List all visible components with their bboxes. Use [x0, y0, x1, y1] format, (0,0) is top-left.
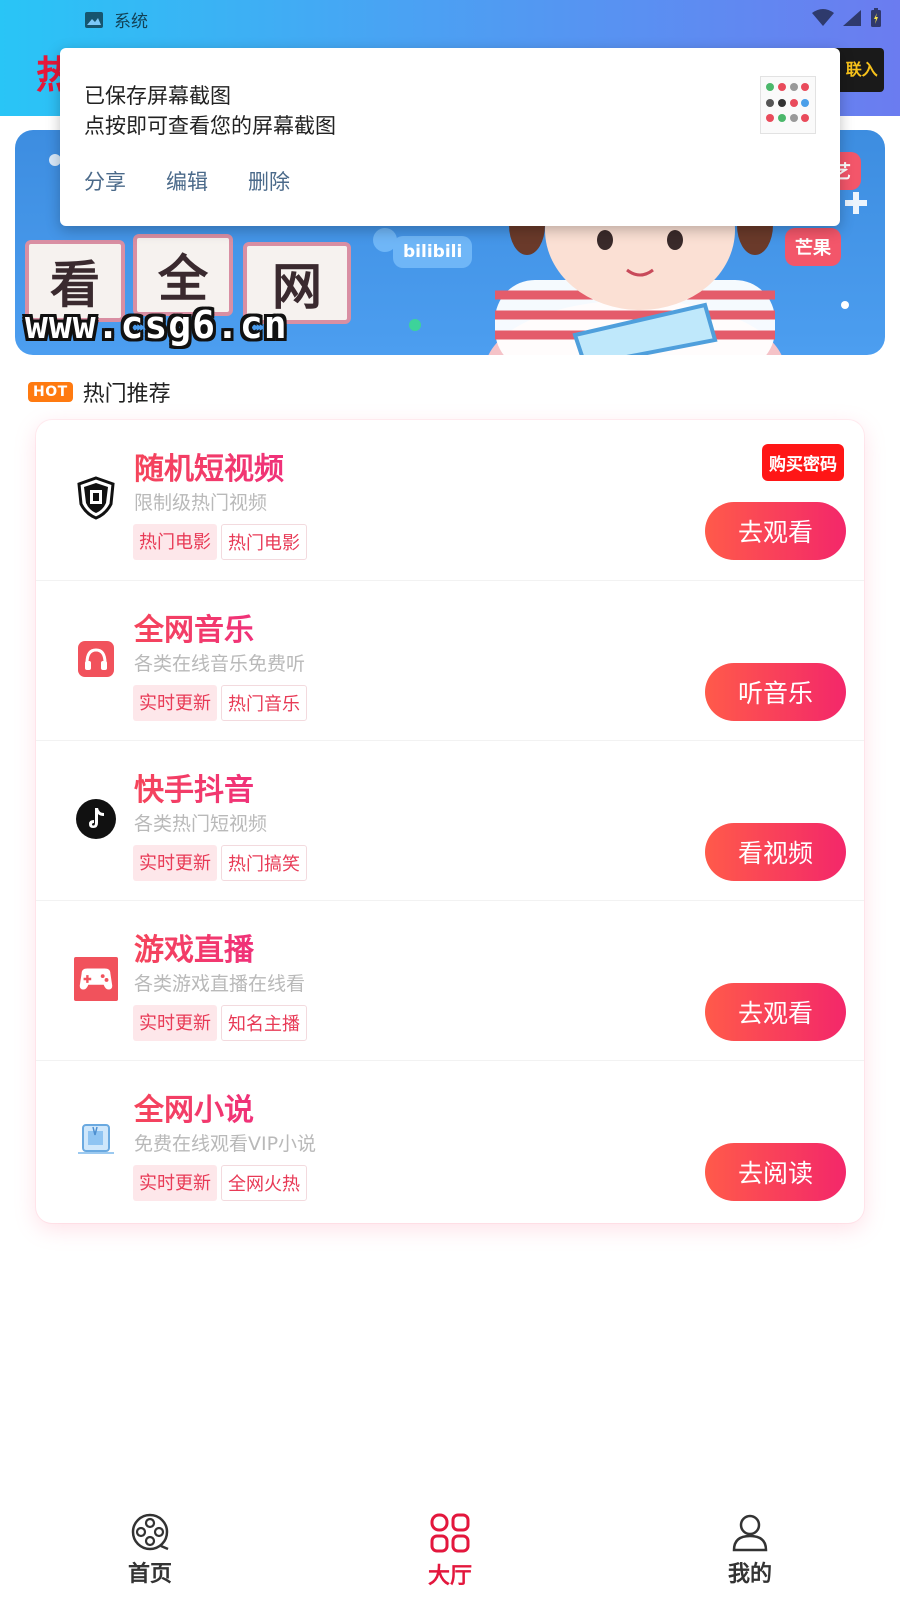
- status-bar: 系统: [0, 0, 900, 36]
- buy-password-badge[interactable]: 购买密码: [762, 444, 844, 481]
- status-indicators: [812, 8, 882, 28]
- item-description: 免费在线观看VIP小说: [134, 1133, 317, 1155]
- signal-icon: [843, 10, 861, 26]
- toast-edit-button[interactable]: 编辑: [166, 166, 208, 196]
- bottom-nav: 首页 大厅 我的: [0, 1500, 900, 1600]
- item-tag: 全网火热: [221, 1165, 307, 1201]
- restricted-shield-icon: [74, 476, 118, 520]
- nav-item-mine[interactable]: 我的: [690, 1512, 810, 1588]
- film-reel-icon: [131, 1513, 169, 1551]
- listen-music-button[interactable]: 听音乐: [705, 663, 846, 721]
- item-tags: 实时更新 全网火热: [133, 1165, 307, 1201]
- nav-item-home[interactable]: 首页: [90, 1512, 210, 1588]
- watch-button[interactable]: 去观看: [705, 502, 846, 560]
- list-item[interactable]: 游戏直播 各类游戏直播在线看 实时更新 知名主播 去观看: [36, 900, 864, 1060]
- grid-icon: [430, 1513, 470, 1553]
- watch-live-button[interactable]: 去观看: [705, 983, 846, 1041]
- item-tags: 热门电影 热门电影: [133, 524, 307, 560]
- recommend-list: 随机短视频 限制级热门视频 热门电影 热门电影 购买密码 去观看 全网音乐 各类…: [36, 420, 864, 1223]
- hot-badge: HOT: [28, 382, 73, 402]
- banner-url: www.csg6.cn: [25, 303, 288, 347]
- banner-tile-text: 全: [158, 250, 208, 308]
- toast-message-title: 已保存屏幕截图: [84, 84, 231, 108]
- toast-message-body: 点按即可查看您的屏幕截图: [84, 114, 336, 138]
- item-tag: 热门电影: [133, 524, 217, 560]
- item-tag: 热门电影: [221, 524, 307, 560]
- item-tags: 实时更新 知名主播: [133, 1005, 307, 1041]
- user-icon: [732, 1514, 768, 1552]
- item-description: 各类游戏直播在线看: [134, 973, 306, 995]
- list-item[interactable]: 全网音乐 各类在线音乐免费听 实时更新 热门音乐 听音乐: [36, 580, 864, 740]
- item-tag: 热门搞笑: [221, 845, 307, 881]
- item-tag: 实时更新: [133, 845, 217, 881]
- headphones-icon: [74, 637, 118, 681]
- item-tag: 实时更新: [133, 1165, 217, 1201]
- battery-icon: [871, 8, 881, 27]
- nav-item-lobby[interactable]: 大厅: [390, 1512, 510, 1590]
- item-description: 各类在线音乐免费听: [134, 653, 306, 675]
- toast-actions: 分享 编辑 删除: [84, 166, 290, 196]
- banner-badge-mango: 芒果: [785, 228, 841, 266]
- item-tag: 实时更新: [133, 685, 217, 721]
- nav-label: 我的: [727, 1562, 772, 1587]
- item-title: 游戏直播: [134, 925, 254, 969]
- nav-label: 首页: [127, 1562, 172, 1587]
- tiktok-icon: [74, 797, 118, 841]
- item-tag: 实时更新: [133, 1005, 217, 1041]
- toast-delete-button[interactable]: 删除: [248, 166, 290, 196]
- item-title: 快手抖音: [134, 765, 254, 809]
- section-header: HOT 热门推荐: [28, 376, 171, 408]
- item-tag: 知名主播: [221, 1005, 307, 1041]
- read-button[interactable]: 去阅读: [705, 1143, 846, 1201]
- toast-share-button[interactable]: 分享: [84, 166, 126, 196]
- gamepad-icon: [74, 957, 118, 1001]
- item-title: 全网音乐: [134, 605, 254, 649]
- wifi-icon: [812, 9, 834, 26]
- item-tags: 实时更新 热门音乐: [133, 685, 307, 721]
- item-title: 随机短视频: [134, 444, 284, 488]
- screenshot-toast[interactable]: 已保存屏幕截图 点按即可查看您的屏幕截图 分享 编辑 删除: [60, 48, 840, 226]
- item-description: 各类热门短视频: [134, 813, 268, 835]
- status-app-name: 系统: [114, 12, 148, 32]
- list-item[interactable]: 快手抖音 各类热门短视频 实时更新 热门搞笑 看视频: [36, 740, 864, 900]
- book-icon: [74, 1117, 118, 1161]
- screenshot-thumbnail[interactable]: [760, 76, 816, 134]
- watch-video-button[interactable]: 看视频: [705, 823, 846, 881]
- nav-label: 大厅: [427, 1564, 472, 1589]
- list-item[interactable]: 全网小说 免费在线观看VIP小说 实时更新 全网火热 去阅读: [36, 1060, 864, 1220]
- item-tags: 实时更新 热门搞笑: [133, 845, 307, 881]
- item-tag: 热门音乐: [221, 685, 307, 721]
- item-description: 限制级热门视频: [134, 492, 268, 514]
- image-icon: [85, 11, 103, 28]
- section-title: 热门推荐: [82, 382, 171, 407]
- list-item[interactable]: 随机短视频 限制级热门视频 热门电影 热门电影 购买密码 去观看: [36, 420, 864, 580]
- item-title: 全网小说: [134, 1085, 254, 1129]
- status-notification: 系统: [84, 7, 148, 32]
- banner-badge-bilibili: bilibili: [393, 236, 473, 268]
